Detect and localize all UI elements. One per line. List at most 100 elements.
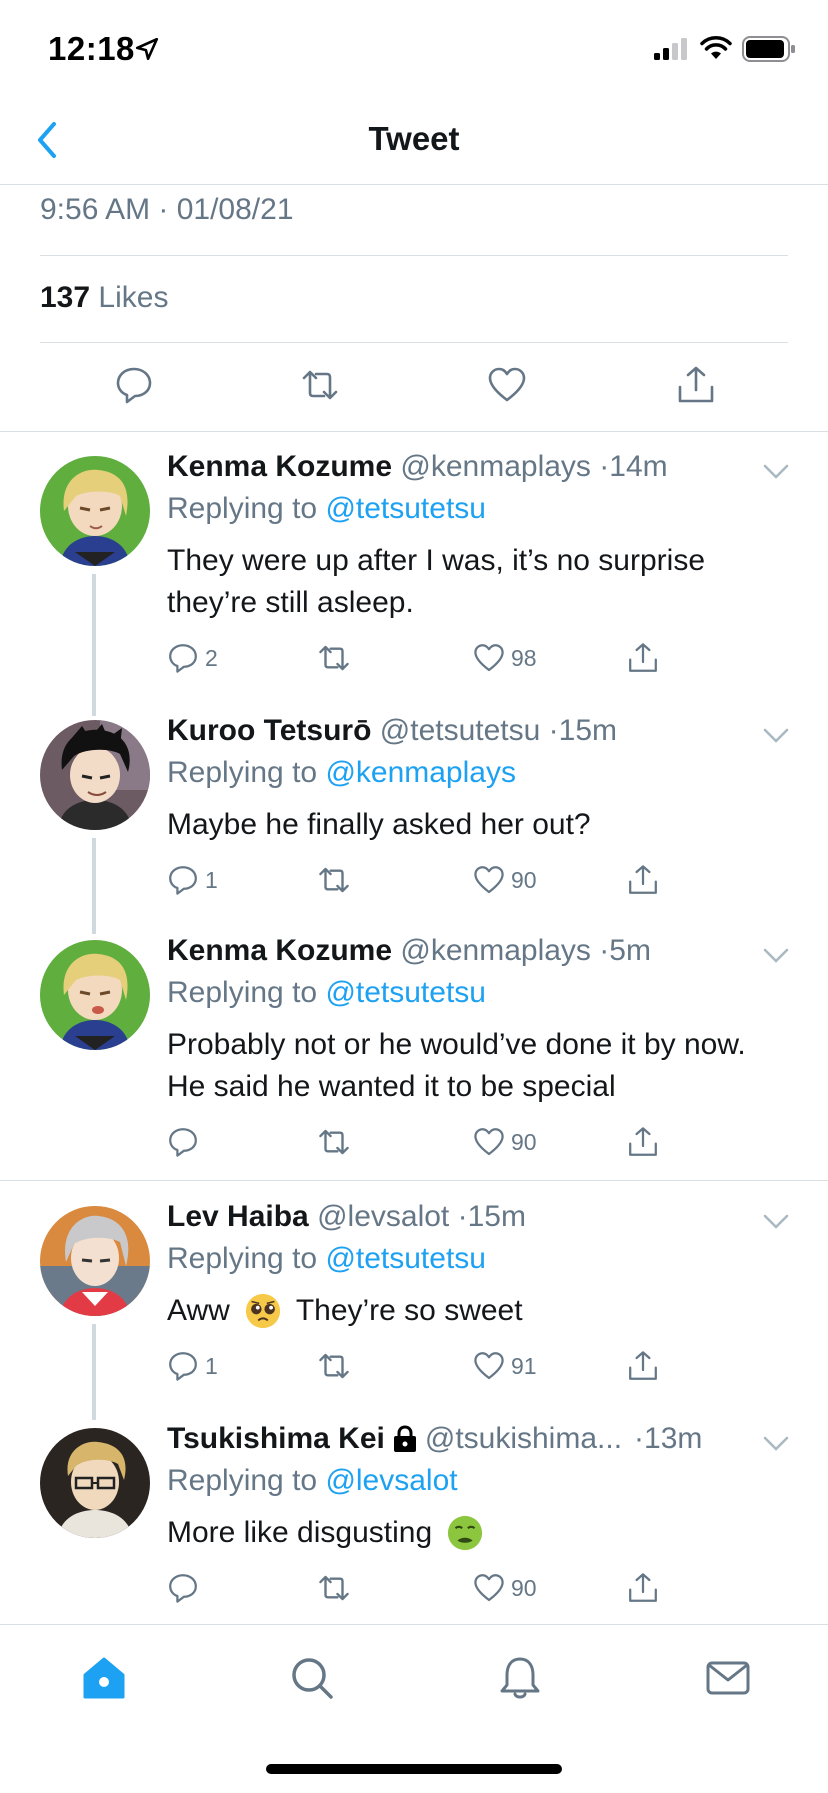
- replying-to: Replying to @levsalot: [167, 1464, 458, 1498]
- share-icon[interactable]: [676, 365, 716, 405]
- separator-dot: ·: [634, 1422, 645, 1455]
- retweet-icon: [319, 645, 349, 671]
- retweet-button[interactable]: [317, 1122, 351, 1162]
- avatar-image: [40, 1206, 150, 1316]
- tweet-text-part: They’re so sweet: [295, 1294, 523, 1327]
- reply-button[interactable]: [167, 1568, 205, 1608]
- like-button[interactable]: 91: [473, 1346, 537, 1386]
- like-button[interactable]: 90: [473, 1568, 537, 1608]
- separator-dot: ·: [599, 450, 610, 483]
- avatar[interactable]: [40, 1206, 150, 1316]
- replying-to-prefix: Replying to: [167, 492, 318, 525]
- author-handle[interactable]: @levsalot: [317, 1200, 449, 1233]
- avatar[interactable]: [40, 720, 150, 830]
- tweet-header: Kenma Kozume @kenmaplays ·14m: [167, 450, 668, 484]
- author-name[interactable]: Kenma Kozume: [167, 934, 392, 967]
- replying-to-handle[interactable]: @tetsutetsu: [325, 976, 486, 1009]
- tweet-actions: 90: [167, 1122, 667, 1162]
- chevron-down-icon[interactable]: [762, 462, 790, 482]
- heart-icon: [474, 1574, 504, 1602]
- like-button[interactable]: 98: [473, 638, 537, 678]
- tweet-text: Aww They’re so sweet: [167, 1290, 767, 1332]
- tweet-header: Kenma Kozume @kenmaplays ·5m: [167, 934, 651, 968]
- tweet-text-part: More like disgusting: [167, 1516, 433, 1549]
- author-name[interactable]: Kuroo Tetsurō: [167, 714, 371, 747]
- location-arrow-icon: [135, 37, 159, 61]
- share-icon: [629, 865, 657, 894]
- pleading-face-icon: [245, 1293, 280, 1329]
- reply-button[interactable]: 1: [167, 1346, 218, 1386]
- bell-icon[interactable]: [497, 1655, 543, 1701]
- like-button[interactable]: 90: [473, 860, 537, 900]
- share-button[interactable]: [627, 1122, 659, 1162]
- likes-summary[interactable]: 137 Likes: [40, 281, 168, 315]
- retweet-button[interactable]: [317, 1346, 351, 1386]
- share-button[interactable]: [627, 1568, 659, 1608]
- author-handle[interactable]: @kenmaplays: [400, 450, 591, 483]
- author-name[interactable]: Lev Haiba: [167, 1200, 309, 1233]
- avatar-image: [40, 720, 150, 830]
- chevron-down-icon[interactable]: [762, 1434, 790, 1454]
- reply-button[interactable]: 1: [167, 860, 218, 900]
- tweet-text: Probably not or he would’ve done it by n…: [167, 1028, 746, 1103]
- author-handle[interactable]: @tsukishima...: [425, 1422, 622, 1456]
- share-icon: [629, 1351, 657, 1380]
- lock-icon: [393, 1425, 416, 1452]
- separator-dot: ·: [599, 934, 610, 967]
- author-name[interactable]: Tsukishima Kei: [167, 1422, 385, 1456]
- author-handle[interactable]: @kenmaplays: [400, 934, 591, 967]
- mail-icon[interactable]: [705, 1655, 751, 1701]
- replying-to-prefix: Replying to: [167, 976, 318, 1009]
- share-button[interactable]: [627, 860, 659, 900]
- replying-to-handle[interactable]: @levsalot: [325, 1464, 457, 1497]
- like-button[interactable]: 90: [473, 1122, 537, 1162]
- tweet-text: Maybe he finally asked her out?: [167, 808, 591, 841]
- replying-to-prefix: Replying to: [167, 1464, 318, 1497]
- thread-line: [92, 838, 96, 934]
- retweet-icon: [319, 867, 349, 893]
- avatar[interactable]: [40, 1428, 150, 1538]
- search-icon[interactable]: [289, 1655, 335, 1701]
- thread-divider: [0, 1180, 828, 1181]
- battery-icon: [742, 36, 795, 62]
- retweet-button[interactable]: [317, 638, 351, 678]
- retweet-icon[interactable]: [300, 365, 340, 405]
- chevron-down-icon[interactable]: [762, 1212, 790, 1232]
- tweet-header: Kuroo Tetsurō @tetsutetsu ·15m: [167, 714, 617, 748]
- reply-button[interactable]: [167, 1122, 205, 1162]
- share-button[interactable]: [627, 638, 659, 678]
- author-name[interactable]: Kenma Kozume: [167, 450, 392, 483]
- chevron-down-icon[interactable]: [762, 726, 790, 746]
- cellular-signal-icon: [654, 38, 687, 60]
- like-count: 91: [511, 1352, 537, 1379]
- replying-to: Replying to @kenmaplays: [167, 756, 516, 790]
- divider: [40, 255, 788, 256]
- reply-icon[interactable]: [114, 365, 154, 405]
- share-button[interactable]: [627, 1346, 659, 1386]
- avatar[interactable]: [40, 456, 150, 566]
- replying-to-handle[interactable]: @tetsutetsu: [325, 1242, 486, 1275]
- replying-to-handle[interactable]: @kenmaplays: [325, 756, 516, 789]
- author-handle[interactable]: @tetsutetsu: [380, 714, 541, 747]
- home-icon[interactable]: [81, 1655, 127, 1701]
- reply-icon: [169, 1574, 197, 1603]
- replying-to: Replying to @tetsutetsu: [167, 976, 486, 1010]
- replying-to: Replying to @tetsutetsu: [167, 492, 486, 526]
- likes-count: 137: [40, 281, 91, 314]
- reply-count: 1: [205, 1352, 218, 1379]
- tweet-time: 13m: [644, 1422, 703, 1455]
- retweet-icon: [319, 1129, 349, 1155]
- share-icon: [629, 643, 657, 672]
- likes-label: Likes: [98, 281, 169, 314]
- reply-button[interactable]: 2: [167, 638, 218, 678]
- retweet-button[interactable]: [317, 1568, 351, 1608]
- home-indicator[interactable]: [266, 1764, 562, 1774]
- tweet-text: More like disgusting: [167, 1512, 767, 1554]
- separator-dot: ·: [457, 1200, 468, 1233]
- chevron-down-icon[interactable]: [762, 946, 790, 966]
- replying-to-handle[interactable]: @tetsutetsu: [325, 492, 486, 525]
- heart-icon[interactable]: [487, 365, 527, 405]
- retweet-button[interactable]: [317, 860, 351, 900]
- avatar[interactable]: [40, 940, 150, 1050]
- reply-icon: [169, 866, 197, 895]
